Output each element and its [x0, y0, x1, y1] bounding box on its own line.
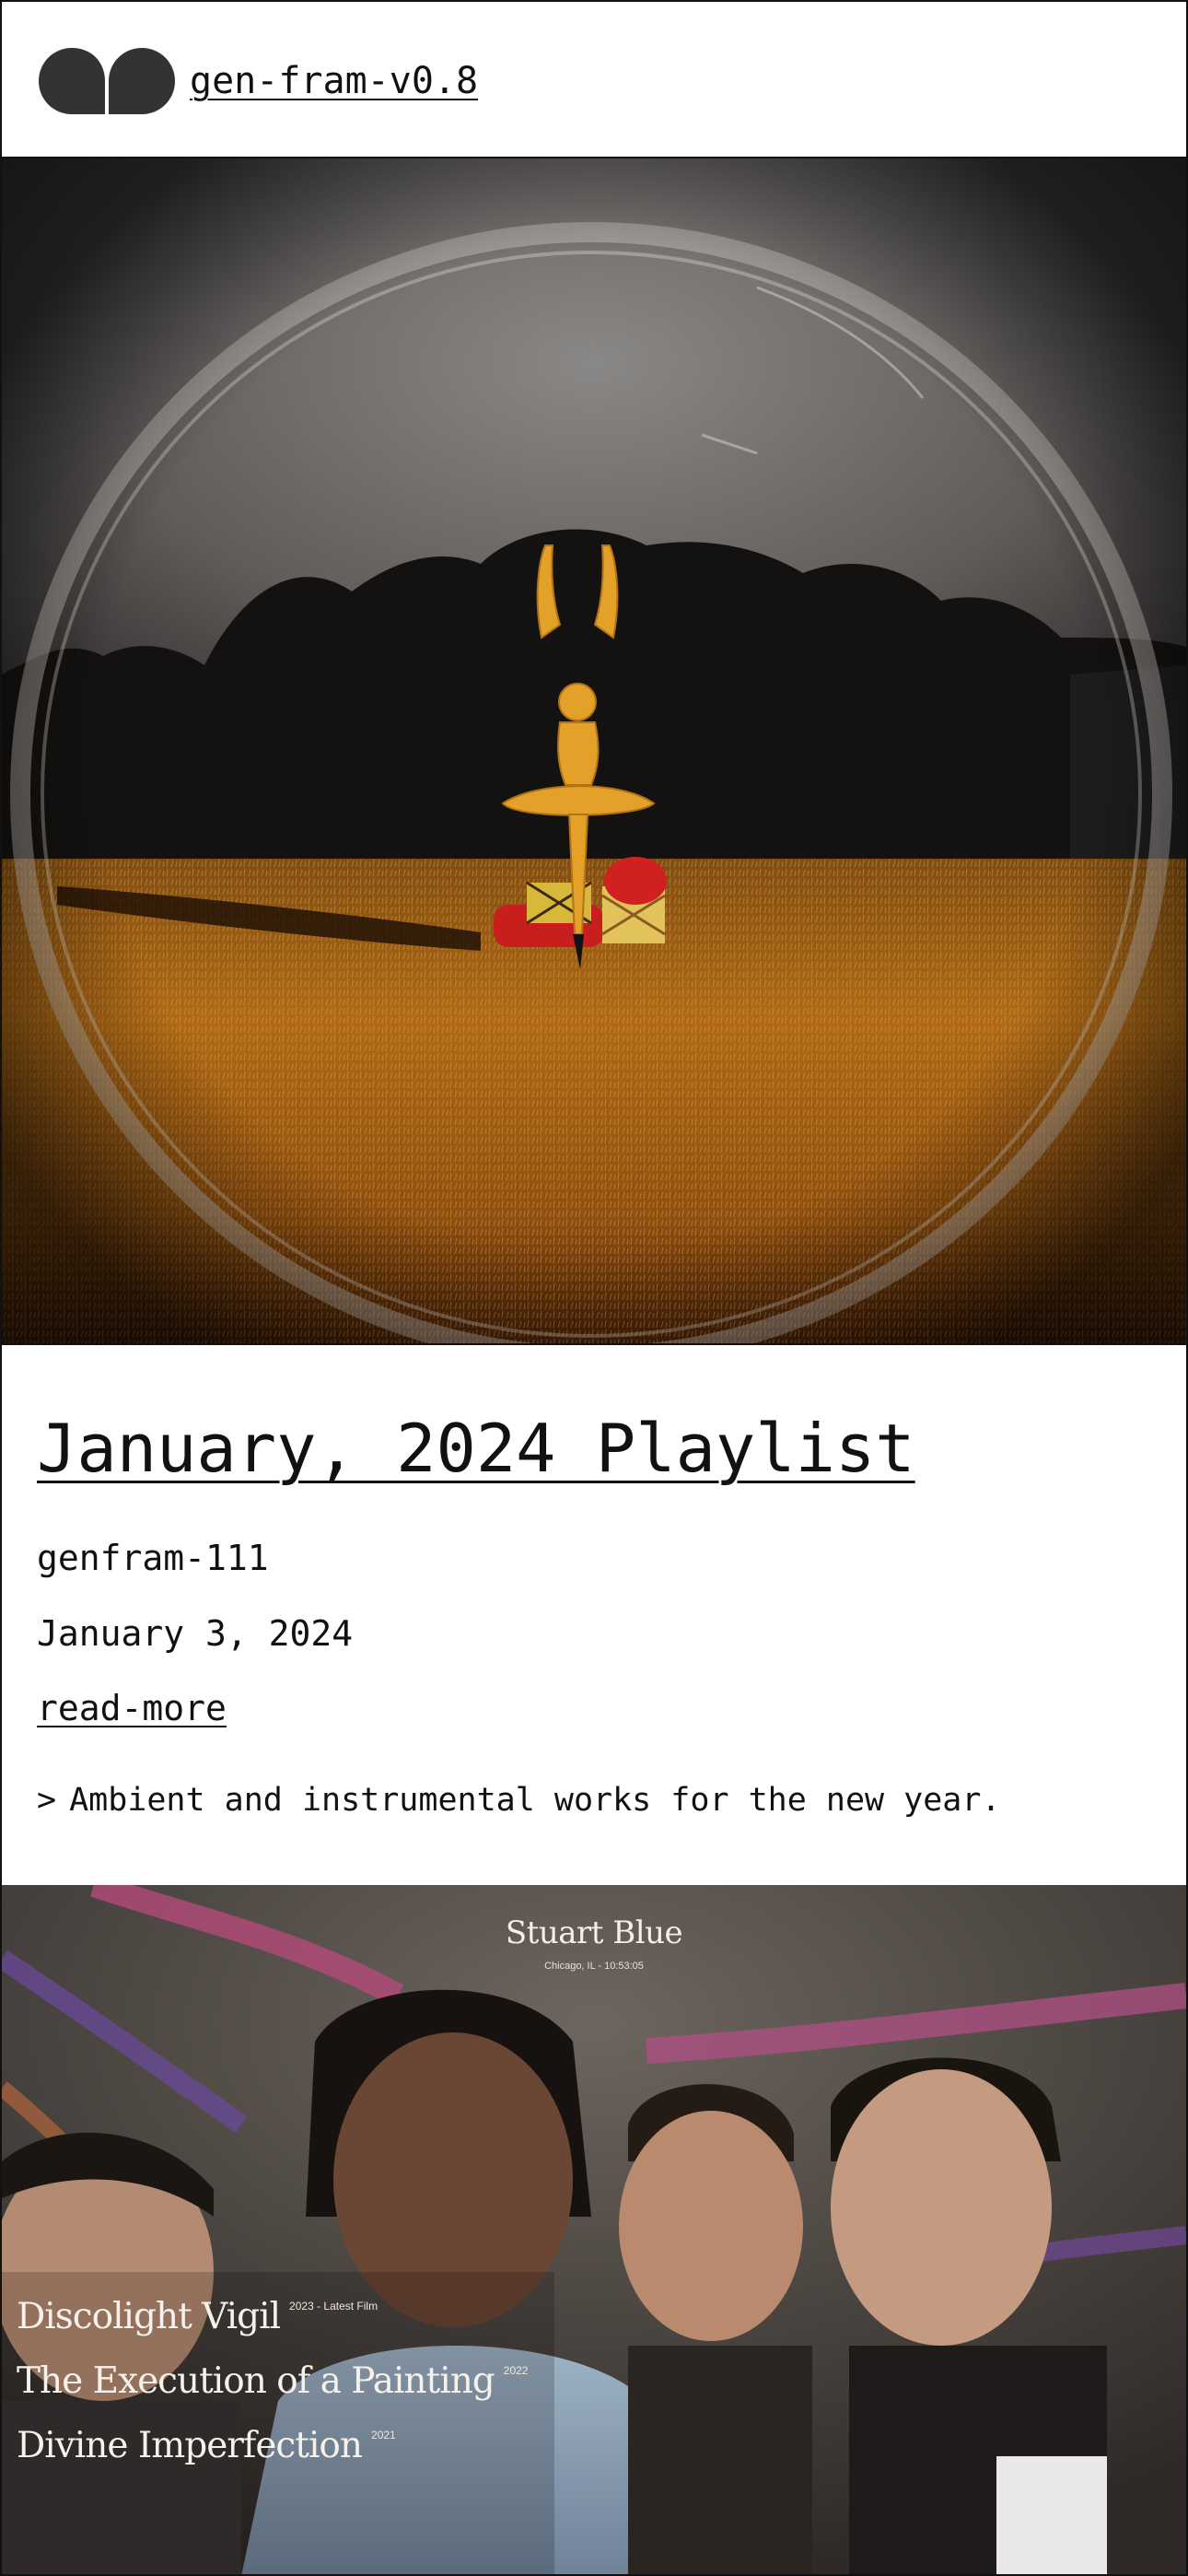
page-frame: gen-fram-v0.8 January, 2024 Playlist gen… — [0, 0, 1188, 2576]
post-id: genfram-111 — [37, 1538, 269, 1578]
feature-image[interactable]: Stuart Blue Chicago, IL - 10:53:05 Disco… — [2, 1885, 1186, 2574]
artist-meta: Chicago, IL - 10:53:05 — [544, 1961, 644, 1972]
site-header: gen-fram-v0.8 — [2, 2, 1186, 158]
work-item-discolight-vigil[interactable]: Discolight Vigil 2023 - Latest Film — [17, 2296, 528, 2360]
read-more-link[interactable]: read-more — [37, 1687, 227, 1729]
post-card: January, 2024 Playlist genfram-111 Janua… — [2, 1343, 1186, 1887]
site-name-link[interactable]: gen-fram-v0.8 — [190, 59, 478, 103]
work-note: 2022 — [503, 2364, 529, 2377]
work-title: The Execution of a Painting — [17, 2360, 495, 2402]
work-item-execution-of-a-painting[interactable]: The Execution of a Painting 2022 — [17, 2360, 528, 2425]
artist-name: Stuart Blue — [505, 1914, 683, 1951]
work-note: 2023 - Latest Film — [289, 2300, 379, 2313]
work-title: Divine Imperfection — [17, 2425, 363, 2466]
works-list: Discolight Vigil 2023 - Latest Film The E… — [17, 2296, 528, 2489]
post-title-link[interactable]: January, 2024 Playlist — [37, 1410, 915, 1487]
two-blob-logo-icon[interactable] — [37, 46, 177, 116]
work-title: Discolight Vigil — [17, 2296, 281, 2337]
chevron-right-icon: > — [37, 1782, 57, 1819]
post-excerpt-text: Ambient and instrumental works for the n… — [69, 1782, 1001, 1819]
post-excerpt: > Ambient and instrumental works for the … — [37, 1780, 1001, 1821]
work-item-divine-imperfection[interactable]: Divine Imperfection 2021 — [17, 2425, 528, 2489]
hero-image[interactable] — [2, 158, 1186, 1343]
work-note: 2021 — [371, 2429, 396, 2441]
hero-illustration — [2, 158, 1186, 1343]
post-date: January 3, 2024 — [37, 1613, 354, 1654]
